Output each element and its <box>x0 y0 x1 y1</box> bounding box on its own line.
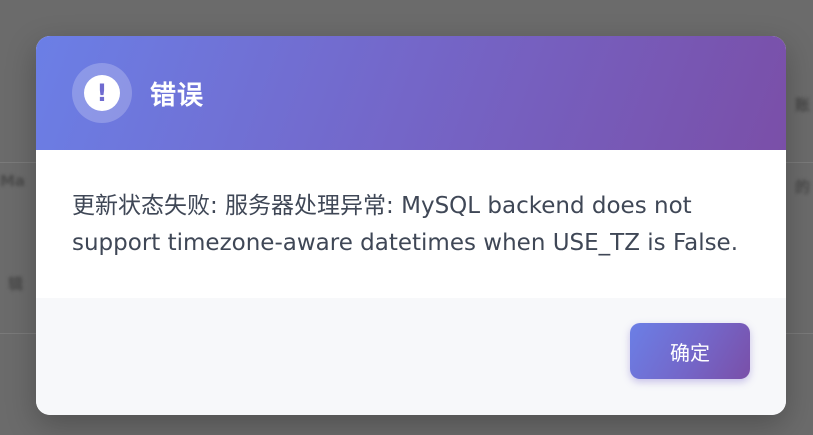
dialog-footer: 确定 <box>36 298 786 415</box>
error-dialog: ! 错误 更新状态失败: 服务器处理异常: MySQL backend does… <box>36 36 786 415</box>
dialog-title: 错误 <box>150 80 205 111</box>
exclamation-icon: ! <box>72 63 132 123</box>
confirm-button[interactable]: 确定 <box>630 323 750 379</box>
background-text-fragment: Ma <box>0 172 26 190</box>
error-message: 更新状态失败: 服务器处理异常: MySQL backend does not … <box>72 193 739 256</box>
exclamation-icon-glyph: ! <box>84 75 120 111</box>
background-text-fragment: 账 <box>795 96 811 114</box>
background-text-fragment: 辑 <box>8 275 24 293</box>
dialog-body: 更新状态失败: 服务器处理异常: MySQL backend does not … <box>36 150 786 298</box>
background-text-fragment: 的 <box>795 178 811 196</box>
dialog-header: ! 错误 <box>36 36 786 150</box>
